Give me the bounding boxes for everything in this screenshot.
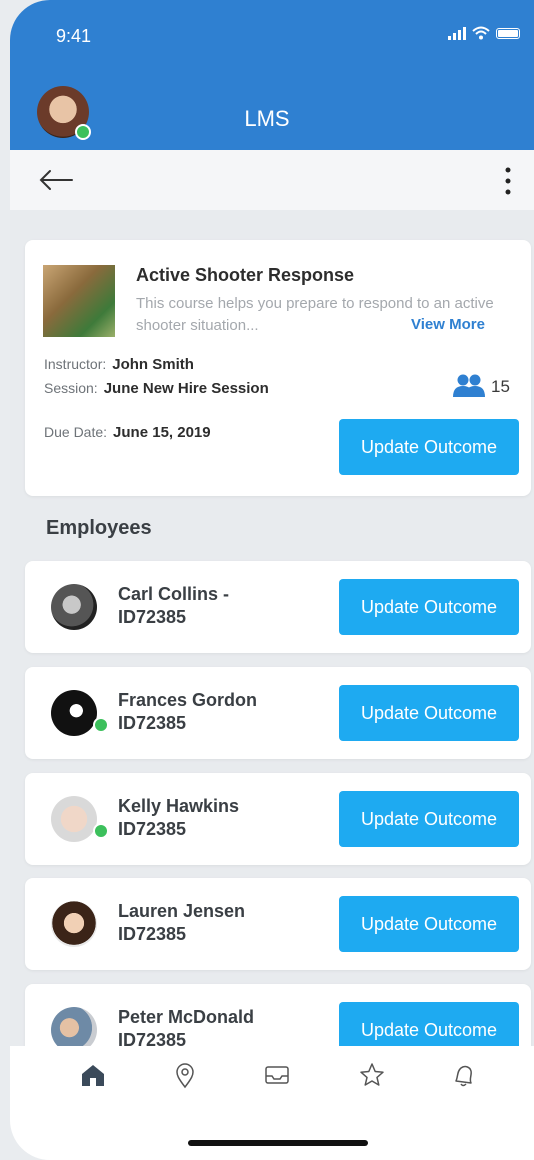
signal-icon [448, 26, 466, 40]
home-indicator [188, 1140, 368, 1146]
session-name: June New Hire Session [103, 380, 269, 397]
update-outcome-button[interactable]: Update Outcome [339, 791, 519, 847]
employee-name: Kelly Hawkins ID72385 [118, 796, 240, 839]
avatar [51, 690, 97, 736]
page-title: LMS [244, 106, 290, 131]
course-card: Active Shooter Response This course help… [25, 240, 531, 496]
due-date-label: Due Date: [44, 424, 108, 440]
battery-icon [496, 27, 520, 39]
employee-name: Carl Collins - ID72385 [118, 584, 230, 627]
employee-id: ID72385 [118, 713, 187, 733]
employee-card: Frances Gordon ID72385 Update Outcome [25, 667, 531, 759]
employee-card: Lauren Jensen ID72385 Update Outcome [25, 878, 531, 970]
course-thumbnail [43, 265, 115, 337]
app-screen: 9:41 LMS Active Shooter Response This co… [10, 0, 534, 1160]
action-bar [10, 150, 534, 210]
update-outcome-button[interactable]: Update Outcome [339, 685, 519, 741]
inbox-icon[interactable] [262, 1060, 292, 1090]
session-label: Session: [44, 380, 98, 396]
instructor-name: John Smith [112, 356, 194, 373]
employee-card: Kelly Hawkins ID72385 Update Outcome [25, 773, 531, 865]
due-date-row: Due Date: June 15, 2019 [44, 424, 211, 442]
employee-id: ID72385 [118, 924, 187, 944]
location-icon[interactable] [170, 1060, 200, 1090]
online-indicator [93, 823, 109, 839]
session-row: Session: June New Hire Session [44, 380, 269, 398]
avatar [51, 796, 97, 842]
bell-icon[interactable] [448, 1060, 478, 1090]
avatar [51, 584, 97, 630]
wifi-icon [472, 26, 490, 40]
status-time: 9:41 [56, 26, 92, 46]
home-icon[interactable] [78, 1060, 108, 1090]
employees-heading: Employees [46, 517, 152, 539]
employee-id: ID72385 [118, 607, 187, 627]
more-options-icon[interactable] [504, 165, 512, 197]
employee-id: ID72385 [118, 819, 187, 839]
employee-name: Lauren Jensen ID72385 [118, 901, 246, 944]
instructor-label: Instructor: [44, 356, 107, 372]
status-icons [448, 26, 520, 40]
view-more-link[interactable]: View More [405, 316, 485, 333]
back-arrow-icon[interactable] [38, 168, 74, 192]
instructor-row: Instructor: John Smith [44, 356, 194, 374]
course-update-outcome-button[interactable]: Update Outcome [339, 419, 519, 475]
employee-name: Frances Gordon ID72385 [118, 690, 258, 733]
employee-card: Carl Collins - ID72385 Update Outcome [25, 561, 531, 653]
update-outcome-button[interactable]: Update Outcome [339, 896, 519, 952]
online-indicator [93, 717, 109, 733]
update-outcome-button[interactable]: Update Outcome [339, 579, 519, 635]
star-icon[interactable] [357, 1060, 387, 1090]
avatar [51, 901, 97, 947]
participants-icon [453, 374, 485, 397]
participant-count: 15 [491, 377, 510, 396]
due-date-value: June 15, 2019 [113, 424, 211, 441]
course-title: Active Shooter Response [136, 265, 355, 285]
